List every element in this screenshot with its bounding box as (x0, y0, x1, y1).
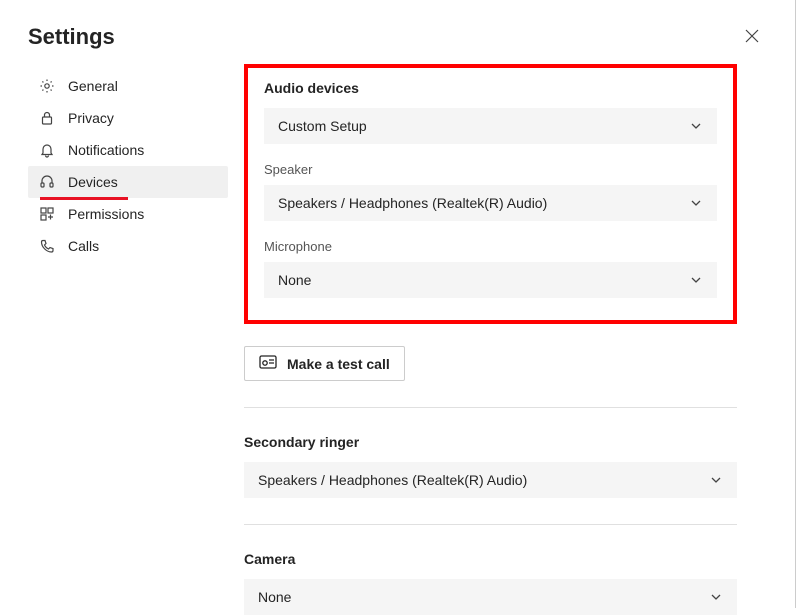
sidebar-item-privacy[interactable]: Privacy (28, 102, 228, 134)
lock-icon (38, 109, 56, 127)
camera-title: Camera (244, 551, 737, 567)
settings-sidebar: General Privacy Notifications Devices (28, 70, 228, 615)
sidebar-item-devices[interactable]: Devices (28, 166, 228, 198)
test-call-label: Make a test call (287, 356, 390, 372)
settings-main: Audio devices Custom Setup Speaker Speak… (244, 70, 767, 615)
dropdown-value: Custom Setup (278, 118, 367, 134)
secondary-ringer-section: Secondary ringer Speakers / Headphones (… (244, 434, 737, 498)
microphone-label: Microphone (264, 239, 717, 254)
sidebar-item-label: Notifications (68, 142, 144, 158)
audio-devices-section: Audio devices Custom Setup Speaker Speak… (244, 64, 737, 324)
dropdown-value: Speakers / Headphones (Realtek(R) Audio) (258, 472, 527, 488)
sidebar-item-label: General (68, 78, 118, 94)
page-title: Settings (28, 24, 115, 50)
dropdown-value: Speakers / Headphones (Realtek(R) Audio) (278, 195, 547, 211)
sidebar-item-label: Privacy (68, 110, 114, 126)
chevron-down-icon (709, 473, 723, 487)
close-icon (745, 29, 759, 43)
sidebar-item-label: Devices (68, 174, 118, 190)
secondary-ringer-title: Secondary ringer (244, 434, 737, 450)
divider (244, 407, 737, 408)
chevron-down-icon (709, 590, 723, 604)
close-button[interactable] (737, 24, 767, 50)
sidebar-item-general[interactable]: General (28, 70, 228, 102)
sidebar-item-label: Calls (68, 238, 99, 254)
bell-icon (38, 141, 56, 159)
sidebar-item-notifications[interactable]: Notifications (28, 134, 228, 166)
gear-icon (38, 77, 56, 95)
dropdown-value: None (258, 589, 291, 605)
phone-icon (38, 237, 56, 255)
sidebar-item-label: Permissions (68, 206, 144, 222)
dropdown-value: None (278, 272, 311, 288)
chevron-down-icon (689, 119, 703, 133)
secondary-ringer-select[interactable]: Speakers / Headphones (Realtek(R) Audio) (244, 462, 737, 498)
sidebar-item-calls[interactable]: Calls (28, 230, 228, 262)
divider (244, 524, 737, 525)
headset-icon (38, 173, 56, 191)
speaker-label: Speaker (264, 162, 717, 177)
speaker-select[interactable]: Speakers / Headphones (Realtek(R) Audio) (264, 185, 717, 221)
audio-devices-title: Audio devices (264, 80, 717, 96)
make-test-call-button[interactable]: Make a test call (244, 346, 405, 381)
audio-device-select[interactable]: Custom Setup (264, 108, 717, 144)
test-call-icon (259, 355, 277, 372)
chevron-down-icon (689, 196, 703, 210)
apps-icon (38, 205, 56, 223)
chevron-down-icon (689, 273, 703, 287)
camera-select[interactable]: None (244, 579, 737, 615)
settings-header: Settings (28, 24, 767, 50)
sidebar-item-permissions[interactable]: Permissions (28, 198, 228, 230)
camera-section: Camera None (244, 551, 737, 615)
microphone-select[interactable]: None (264, 262, 717, 298)
